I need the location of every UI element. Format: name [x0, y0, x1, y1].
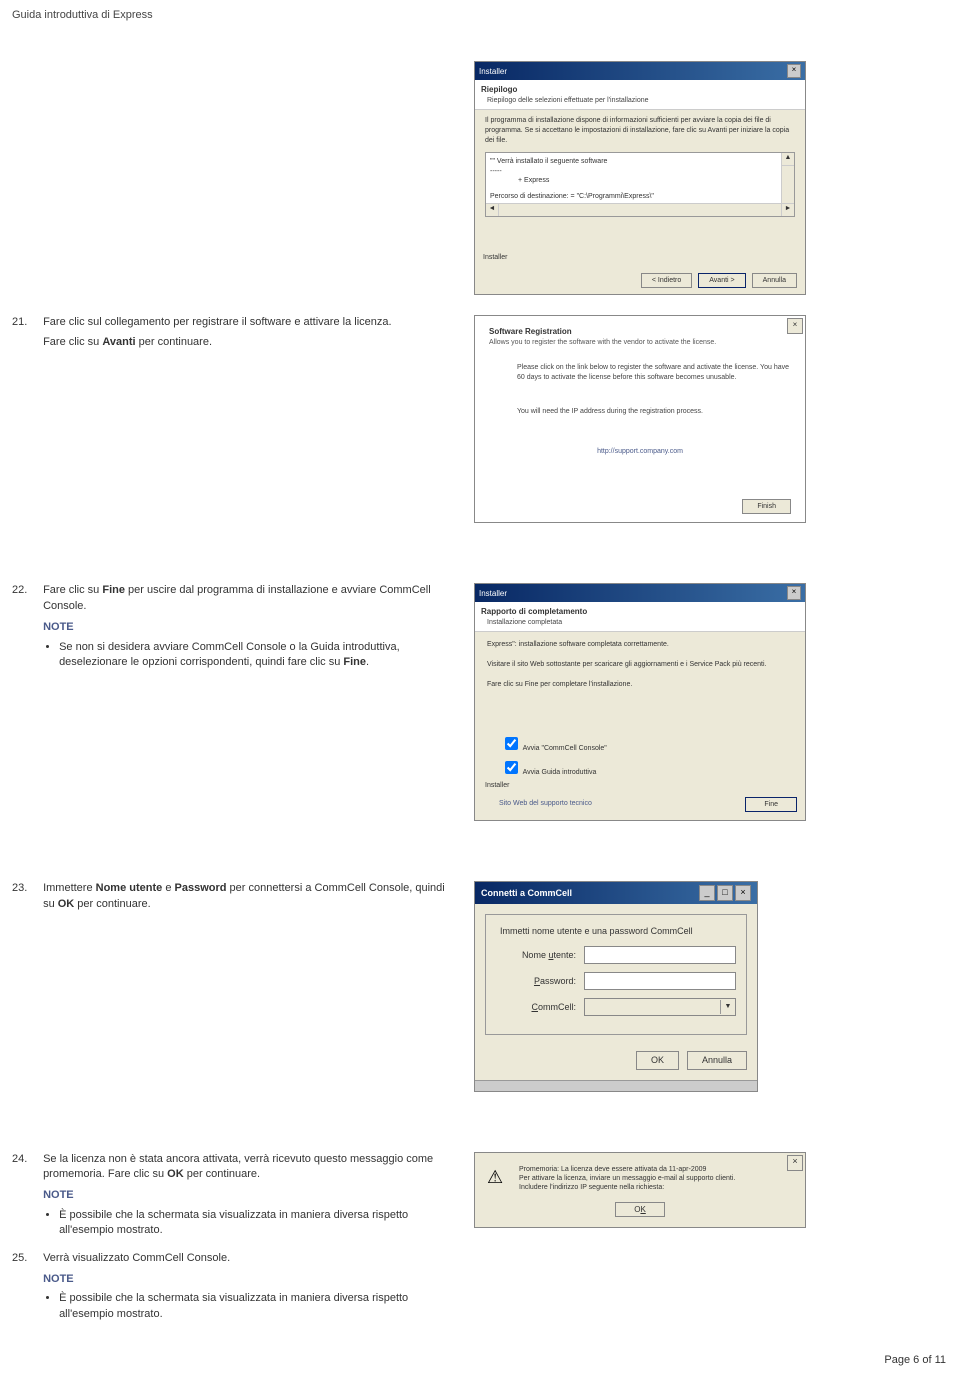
password-label: Password:: [496, 975, 584, 988]
minimize-icon[interactable]: _: [699, 885, 715, 901]
step-number: 23.: [12, 881, 40, 896]
dialog-promemoria: × ⚠ Promemoria: La licenza deve essere a…: [474, 1152, 806, 1228]
dialog-connetti: Connetti a CommCell _ □ × Immetti nome u…: [474, 881, 758, 1091]
step-text: Fare clic su Avanti per continuare.: [43, 335, 453, 350]
finish-button[interactable]: Finish: [742, 499, 791, 515]
checkbox-label: Avvia "CommCell Console": [523, 745, 607, 752]
window-title: Installer: [479, 588, 507, 599]
step-number: 25.: [12, 1251, 40, 1266]
close-icon[interactable]: ×: [787, 586, 801, 600]
alert-text: Includere l'indirizzo IP seguente nella …: [519, 1183, 735, 1192]
bullet-text: Se non si desidera avviare CommCell Cons…: [59, 640, 453, 671]
page-footer: Page 6 of 11: [884, 1353, 946, 1368]
dialog-software-registration: × Software Registration Allows you to re…: [474, 315, 806, 523]
back-button[interactable]: < Indietro: [641, 273, 692, 289]
note-label: NOTE: [43, 1272, 453, 1287]
dialog-rapporto: Installer × Rapporto di completamento In…: [474, 583, 806, 821]
dialog-body-text: Please click on the link below to regist…: [489, 363, 791, 383]
alert-text: Per attivare la licenza, inviare un mess…: [519, 1174, 735, 1183]
summary-line: "" Verrà installato il seguente software: [490, 157, 790, 167]
dialog-body-text: Il programma di installazione dispone di…: [485, 116, 795, 145]
step-number: 24.: [12, 1152, 40, 1167]
scrollbar-horizontal[interactable]: ◄ ►: [486, 203, 794, 216]
summary-line: + Express: [490, 176, 790, 186]
page-header: Guida introduttiva di Express: [0, 0, 960, 31]
password-input[interactable]: [584, 972, 736, 990]
dialog-subtitle: Installazione completata: [481, 618, 799, 628]
note-label: NOTE: [43, 620, 453, 635]
dialog-body-text: You will need the IP address during the …: [489, 407, 791, 417]
warning-icon: ⚠: [487, 1165, 511, 1189]
alert-text: Promemoria: La licenza deve essere attiv…: [519, 1165, 735, 1174]
step-text: Se la licenza non è stata ancora attivat…: [43, 1152, 453, 1183]
commcell-select[interactable]: ▼: [584, 998, 736, 1016]
support-link[interactable]: Sito Web del supporto tecnico: [499, 799, 592, 809]
step-text: Fare clic su Fine per uscire dal program…: [43, 583, 453, 614]
body-text: Fare clic su Fine per completare l'insta…: [487, 680, 793, 690]
checkbox-launch-console[interactable]: [505, 737, 518, 750]
ok-button[interactable]: OK: [615, 1202, 665, 1217]
step-text: Verrà visualizzato CommCell Console.: [43, 1251, 453, 1266]
window-title: Installer: [479, 66, 507, 77]
cancel-button[interactable]: Annulla: [687, 1051, 747, 1070]
close-icon[interactable]: ×: [787, 318, 803, 334]
chevron-down-icon[interactable]: ▼: [720, 1000, 735, 1014]
registration-link[interactable]: http://support.company.com: [489, 447, 791, 457]
body-text: Visitare il sito Web sottostante per sca…: [487, 660, 793, 670]
status-text: Installer: [485, 781, 510, 791]
dialog-subtitle: Allows you to register the software with…: [489, 338, 791, 348]
note-label: NOTE: [43, 1188, 453, 1203]
next-button[interactable]: Avanti >: [698, 273, 745, 289]
step-number: 21.: [12, 315, 40, 330]
dialog-title: Riepilogo: [481, 84, 799, 95]
status-text: Installer: [483, 253, 508, 263]
close-icon[interactable]: ×: [735, 885, 751, 901]
bullet-text: È possibile che la schermata sia visuali…: [59, 1291, 453, 1322]
dialog-title: Software Registration: [489, 326, 791, 337]
bullet-text: È possibile che la schermata sia visuali…: [59, 1208, 453, 1239]
fine-button[interactable]: Fine: [745, 797, 797, 813]
step-text: Fare clic sul collegamento per registrar…: [43, 315, 453, 330]
step-number: 22.: [12, 583, 40, 598]
close-icon[interactable]: ×: [787, 1155, 803, 1171]
dialog-title: Rapporto di completamento: [481, 606, 799, 617]
summary-line: -----: [490, 167, 790, 177]
step-text: Immettere Nome utente e Password per con…: [43, 881, 453, 912]
commcell-label: CommCell:: [496, 1001, 584, 1014]
summary-textarea[interactable]: "" Verrà installato il seguente software…: [485, 152, 795, 217]
dialog-subtitle: Riepilogo delle selezioni effettuate per…: [481, 96, 799, 106]
checkbox-launch-guide[interactable]: [505, 761, 518, 774]
body-text: Express": installazione software complet…: [487, 640, 793, 650]
ok-button[interactable]: OK: [636, 1051, 679, 1070]
close-icon[interactable]: ×: [787, 64, 801, 78]
username-label: Nome utente:: [496, 949, 584, 962]
scrollbar-vertical[interactable]: ▲: [781, 153, 794, 204]
checkbox-label: Avvia Guida introduttiva: [523, 769, 597, 776]
fieldset-legend: Immetti nome utente e una password CommC…: [496, 925, 736, 938]
summary-line: Percorso di destinazione: = "C:\Programm…: [490, 192, 790, 202]
username-input[interactable]: [584, 946, 736, 964]
maximize-icon[interactable]: □: [717, 885, 733, 901]
cancel-button[interactable]: Annulla: [752, 273, 797, 289]
window-title: Connetti a CommCell: [481, 887, 572, 900]
dialog-riepilogo: Installer × Riepilogo Riepilogo delle se…: [474, 61, 806, 295]
